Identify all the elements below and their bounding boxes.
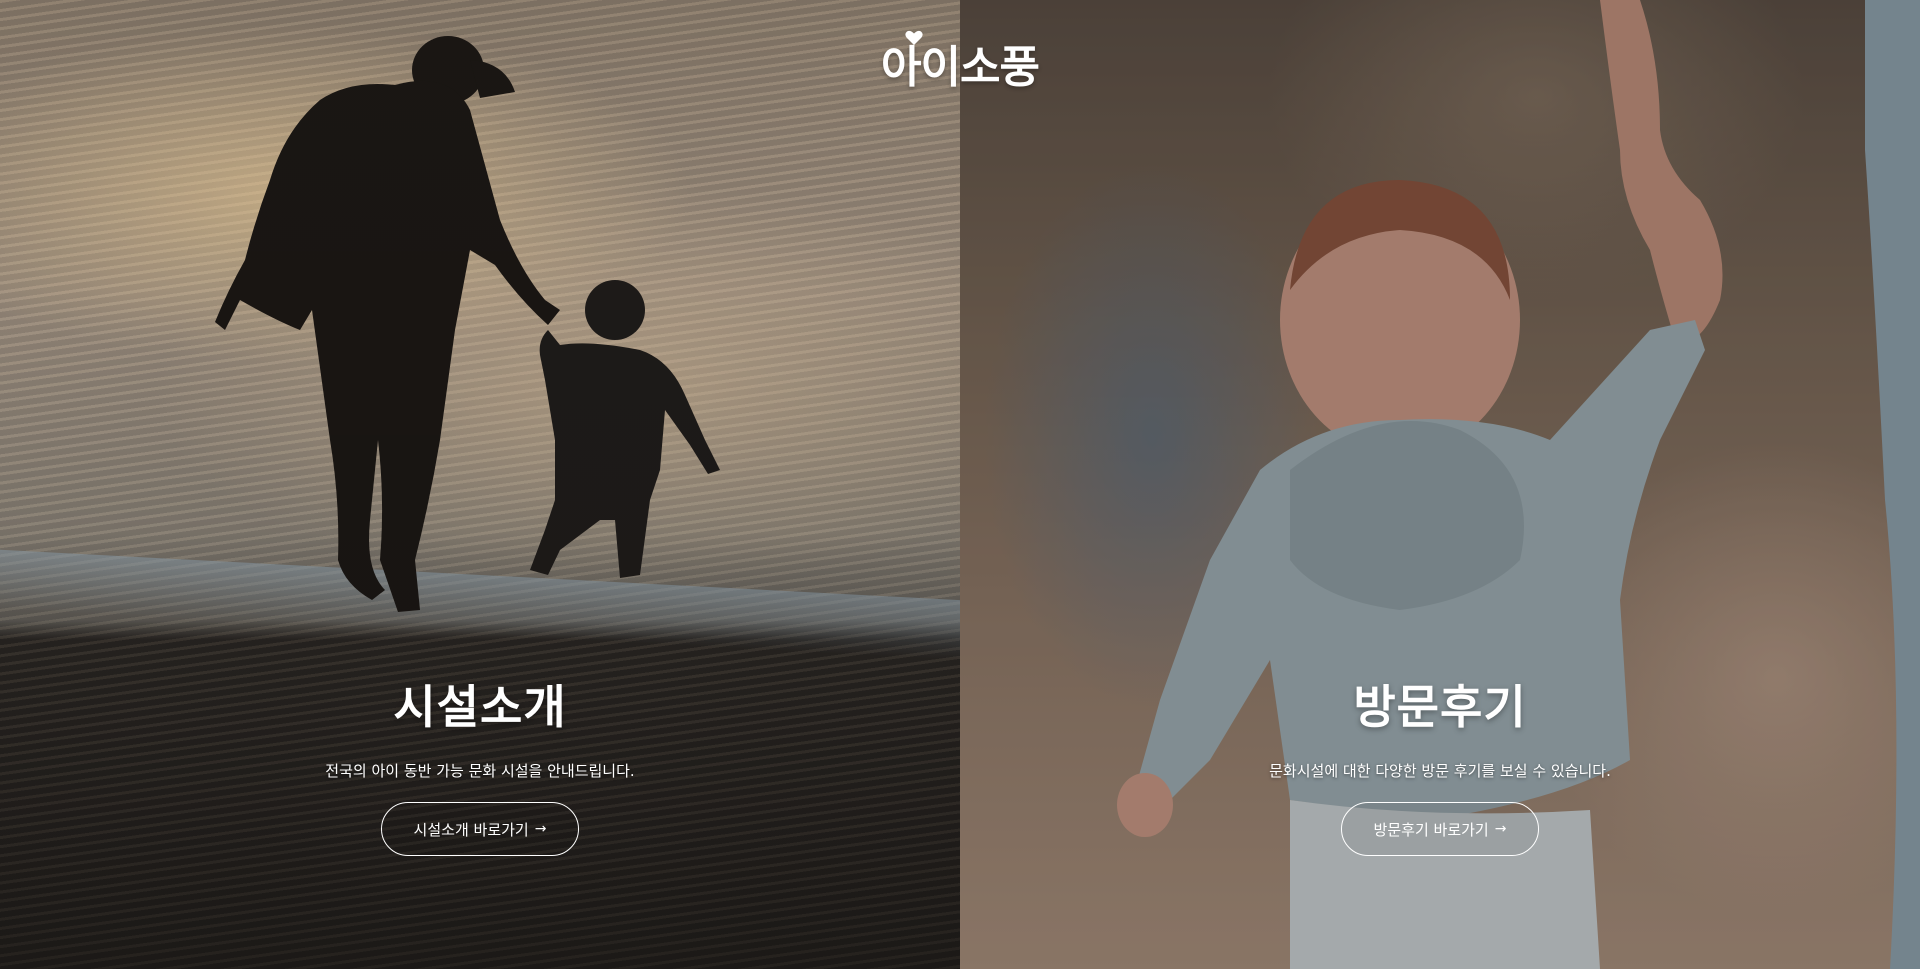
facility-intro-button[interactable]: 시설소개 바로가기 → <box>380 802 580 857</box>
split-hero: 시설소개 전국의 아이 동반 가능 문화 시설을 안내드립니다. 시설소개 바로… <box>0 0 1920 969</box>
arrow-right-icon: → <box>534 821 547 838</box>
section-desc-facility: 전국의 아이 동반 가능 문화 시설을 안내드립니다. <box>325 762 635 781</box>
section-title-facility: 시설소개 <box>393 680 567 734</box>
visit-review-button-label: 방문후기 바로가기 <box>1373 820 1489 839</box>
site-logo[interactable]: 아이소풍 <box>875 28 1045 98</box>
visit-review-button[interactable]: 방문후기 바로가기 → <box>1340 802 1540 857</box>
facility-intro-button-label: 시설소개 바로가기 <box>413 820 529 839</box>
heart-icon <box>905 30 923 45</box>
visit-review-content: 방문후기 문화시설에 대한 다양한 방문 후기를 보실 수 있습니다. 방문후기… <box>960 680 1920 857</box>
section-title-review: 방문후기 <box>1353 680 1527 734</box>
section-desc-review: 문화시설에 대한 다양한 방문 후기를 보실 수 있습니다. <box>1269 762 1611 781</box>
facility-intro-panel[interactable]: 시설소개 전국의 아이 동반 가능 문화 시설을 안내드립니다. 시설소개 바로… <box>0 0 960 969</box>
facility-intro-content: 시설소개 전국의 아이 동반 가능 문화 시설을 안내드립니다. 시설소개 바로… <box>0 680 960 857</box>
visit-review-panel[interactable]: 방문후기 문화시설에 대한 다양한 방문 후기를 보실 수 있습니다. 방문후기… <box>960 0 1920 969</box>
arrow-right-icon: → <box>1494 821 1507 838</box>
